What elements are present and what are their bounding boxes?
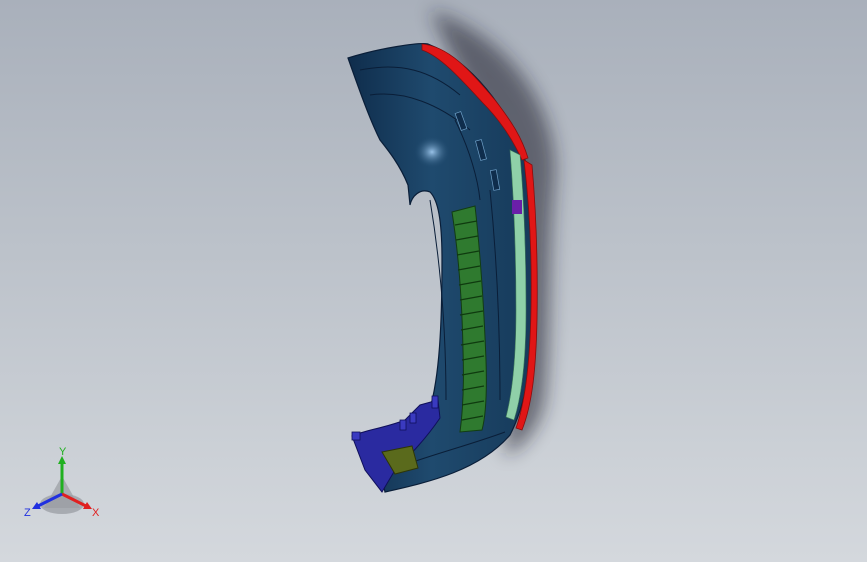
graphics-viewport[interactable]: Y X Z bbox=[0, 0, 867, 562]
surface-highlight bbox=[414, 136, 450, 168]
orientation-triad[interactable]: Y X Z bbox=[22, 446, 112, 526]
x-axis-label: X bbox=[92, 507, 100, 519]
purple-accent bbox=[512, 200, 522, 214]
z-axis-label: Z bbox=[24, 507, 31, 519]
bumper-model[interactable] bbox=[0, 0, 867, 562]
y-axis-label: Y bbox=[59, 446, 67, 458]
